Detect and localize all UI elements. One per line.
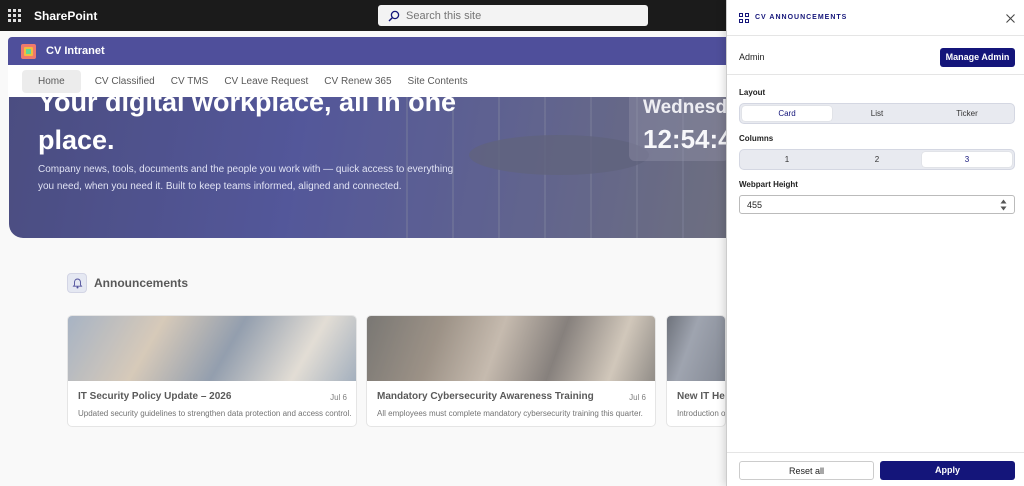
- admin-row: Admin Manage Admin: [727, 36, 1024, 75]
- admin-label: Admin: [739, 52, 765, 62]
- columns-label: Columns: [739, 134, 774, 143]
- manage-admin-button[interactable]: Manage Admin: [940, 48, 1015, 67]
- panel-backdrop[interactable]: [0, 31, 726, 486]
- search-icon: [388, 10, 400, 22]
- webpart-height-label: Webpart Height: [739, 180, 798, 189]
- layout-option-list[interactable]: List: [832, 106, 922, 121]
- webpart-height-value[interactable]: 455: [747, 200, 762, 210]
- search-box[interactable]: [378, 5, 648, 26]
- panel-header: CV ANNOUNCEMENTS: [727, 0, 1024, 36]
- reset-all-button[interactable]: Reset all: [739, 461, 874, 480]
- layout-option-ticker[interactable]: Ticker: [922, 106, 1012, 121]
- columns-selector: 1 2 3: [739, 149, 1015, 170]
- layout-option-card[interactable]: Card: [742, 106, 832, 121]
- search-input[interactable]: [406, 9, 626, 22]
- columns-option-2[interactable]: 2: [832, 152, 922, 167]
- settings-panel: CV ANNOUNCEMENTS Admin Manage Admin Layo…: [726, 0, 1024, 486]
- layout-selector: Card List Ticker: [739, 103, 1015, 124]
- waffle-icon[interactable]: [8, 8, 22, 23]
- grid-icon: [739, 12, 749, 23]
- columns-option-1[interactable]: 1: [742, 152, 832, 167]
- panel-title: CV ANNOUNCEMENTS: [755, 14, 848, 21]
- spinner-icon[interactable]: [1000, 199, 1007, 211]
- columns-option-3[interactable]: 3: [922, 152, 1012, 167]
- close-icon[interactable]: [1005, 13, 1016, 24]
- panel-footer: Reset all Apply: [727, 452, 1024, 486]
- layout-label: Layout: [739, 88, 766, 97]
- app-title[interactable]: SharePoint: [34, 9, 97, 23]
- webpart-height-input[interactable]: 455: [739, 195, 1015, 214]
- apply-button[interactable]: Apply: [880, 461, 1015, 480]
